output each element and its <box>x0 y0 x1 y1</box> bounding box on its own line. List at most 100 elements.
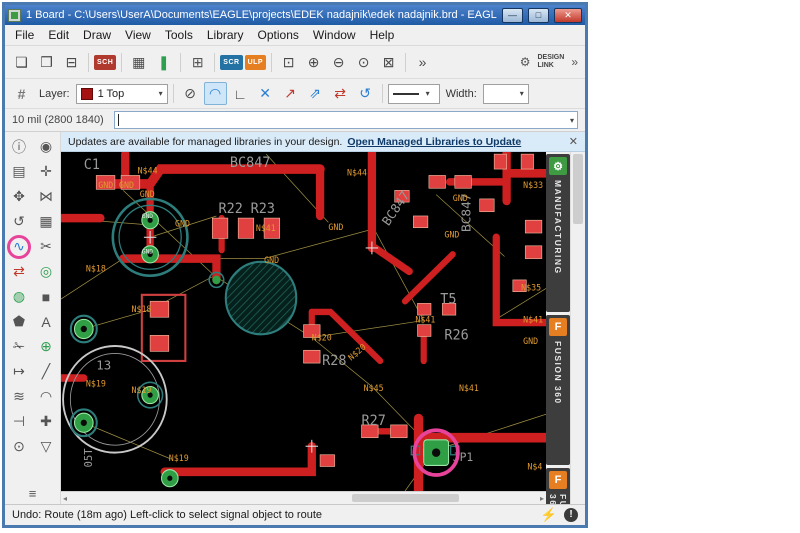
sync-bolt-icon[interactable]: ⚡ <box>541 507 557 523</box>
layer-color-swatch <box>81 88 93 100</box>
mark-tool-icon: ✛ <box>40 163 52 180</box>
board-label: BC847 <box>230 155 271 171</box>
diagonal-route-button[interactable]: ↗ <box>279 82 302 105</box>
command-history-arrow-icon[interactable]: ▾ <box>570 116 574 125</box>
text-tool[interactable]: A <box>33 309 60 334</box>
zoom-in-button[interactable]: ⊕ <box>302 51 325 74</box>
mirror-tool[interactable]: ⋈ <box>33 184 60 209</box>
zoom-fit-button[interactable]: ⊡ <box>277 51 300 74</box>
zoom-out-button[interactable]: ⊖ <box>327 51 350 74</box>
group-tool[interactable]: ▦ <box>33 209 60 234</box>
horizontal-scrollbar[interactable]: ◂ ▸ <box>61 491 546 504</box>
follow-me-button[interactable]: ⇗ <box>304 82 327 105</box>
vertical-scrollbar[interactable] <box>570 152 585 504</box>
board-label: N$20 <box>312 333 332 343</box>
optimize-tool[interactable]: ⇄ <box>6 259 33 284</box>
split-tool[interactable]: ✁ <box>6 334 33 359</box>
notification-close-icon[interactable]: ✕ <box>569 135 578 148</box>
save-button[interactable]: ❒ <box>35 51 58 74</box>
display-tool[interactable]: ▤ <box>6 159 33 184</box>
ulp-button[interactable]: ULP <box>245 55 267 70</box>
minimize-button[interactable]: — <box>502 8 523 23</box>
via-tool[interactable]: ◎ <box>33 259 60 284</box>
layer-stack-button[interactable]: ❚ <box>152 51 175 74</box>
menu-help[interactable]: Help <box>363 26 402 44</box>
tab-fusion-360-2[interactable]: FFUSION 360 <box>546 468 570 504</box>
vertical-scroll-thumb[interactable] <box>573 154 583 224</box>
tab-fusion-360-label: FUSION 360 <box>553 341 563 405</box>
separator <box>180 53 181 72</box>
titlebar[interactable]: 1 Board - C:\Users\UserA\Documents\EAGLE… <box>5 5 585 25</box>
drc-tool[interactable]: ▽ <box>33 434 60 459</box>
bend-90-button[interactable]: ∟ <box>229 82 252 105</box>
board-canvas[interactable]: C1BC847R22R23BC847BC847T5R26R28R27JP105T… <box>61 152 546 491</box>
mark-tool[interactable]: ✛ <box>33 159 60 184</box>
scr-button[interactable]: SCR <box>220 55 242 70</box>
move-tool[interactable]: ✥ <box>6 184 33 209</box>
route-tool[interactable]: ∿ <box>6 234 33 259</box>
ripup-tool[interactable]: ✂ <box>33 234 60 259</box>
hole-tool[interactable]: ✚ <box>33 409 60 434</box>
tab-fusion-360[interactable]: FFUSION 360 <box>546 315 570 465</box>
pinswap-tool[interactable]: ↦ <box>6 359 33 384</box>
wire-tool[interactable]: ╱ <box>33 359 60 384</box>
board-label: N$41 <box>523 314 543 324</box>
rect-tool[interactable]: ■ <box>33 284 60 309</box>
print-button[interactable]: ⊟ <box>60 51 83 74</box>
width-select[interactable]: ▾ <box>483 84 529 104</box>
grid-settings-button[interactable]: ▦ <box>127 51 150 74</box>
move-tool-icon: ✥ <box>13 188 25 205</box>
grid-toggle-button[interactable]: # <box>10 82 33 105</box>
horizontal-scroll-thumb[interactable] <box>352 494 459 502</box>
width-label: Width: <box>442 88 481 100</box>
rotate-tool[interactable]: ↺ <box>6 209 33 234</box>
menu-edit[interactable]: Edit <box>41 26 76 44</box>
polygon-tool-icon: ⬟ <box>13 313 25 330</box>
drill-tool-icon: ⊙ <box>13 438 25 455</box>
miter-tool[interactable]: ⊕ <box>33 334 60 359</box>
design-link-button[interactable]: ⚙ DESIGN LINK » <box>518 54 580 71</box>
zoom-redraw-button[interactable]: ⊙ <box>352 51 375 74</box>
scroll-right-icon[interactable]: ▸ <box>540 494 544 503</box>
alert-icon[interactable]: ! <box>564 508 578 522</box>
zoom-select-button[interactable]: ⊠ <box>377 51 400 74</box>
command-input[interactable] <box>119 114 568 127</box>
arc-tool[interactable]: ◠ <box>33 384 60 409</box>
rect-tool-icon: ■ <box>42 289 50 305</box>
menu-view[interactable]: View <box>118 26 158 44</box>
menu-file[interactable]: File <box>8 26 41 44</box>
show-tool[interactable]: ◉ <box>33 134 60 159</box>
menu-library[interactable]: Library <box>200 26 251 44</box>
route-bend-button[interactable]: ◠ <box>204 82 227 105</box>
menu-draw[interactable]: Draw <box>76 26 118 44</box>
layer-select[interactable]: 1 Top ▾ <box>76 84 168 104</box>
ratsnest-tool[interactable]: ≋ <box>6 384 33 409</box>
managed-libraries-link[interactable]: Open Managed Libraries to Update <box>347 136 521 148</box>
toolbar-overflow-button[interactable]: » <box>411 51 434 74</box>
bend-none-button[interactable]: ⊘ <box>179 82 202 105</box>
tab-manufacturing[interactable]: ⚙MANUFACTURING <box>546 154 570 312</box>
menu-window[interactable]: Window <box>306 26 363 44</box>
line-style-select[interactable]: ▾ <box>388 84 440 104</box>
info-tool[interactable]: ⓘ <box>6 134 33 159</box>
scroll-left-icon[interactable]: ◂ <box>63 494 67 503</box>
design-link-overflow-button[interactable]: » <box>569 55 580 69</box>
board-label: N$19 <box>131 385 151 395</box>
menu-options[interactable]: Options <box>251 26 306 44</box>
drill-tool[interactable]: ⊙ <box>6 434 33 459</box>
menu-tools[interactable]: Tools <box>158 26 200 44</box>
board-label: N$18 <box>86 263 106 273</box>
command-input-wrap[interactable]: ▾ <box>114 111 578 129</box>
open-board-button[interactable]: ❏ <box>10 51 33 74</box>
grid-3d-button[interactable]: ⊞ <box>186 51 209 74</box>
polygon-tool[interactable]: ⬟ <box>6 309 33 334</box>
abort-route-button[interactable]: ↺ <box>354 82 377 105</box>
circle-tool[interactable]: ◍ <box>6 284 33 309</box>
miter-button[interactable]: ✕ <box>254 82 277 105</box>
schematic-toggle-button[interactable]: SCH <box>94 55 116 70</box>
swap-direction-button[interactable]: ⇄ <box>329 82 352 105</box>
close-button[interactable]: ✕ <box>554 8 582 23</box>
signal-tool[interactable]: ⊣ <box>6 409 33 434</box>
palette-menu-icon[interactable]: ≡ <box>29 486 37 501</box>
maximize-button[interactable]: □ <box>528 8 549 23</box>
